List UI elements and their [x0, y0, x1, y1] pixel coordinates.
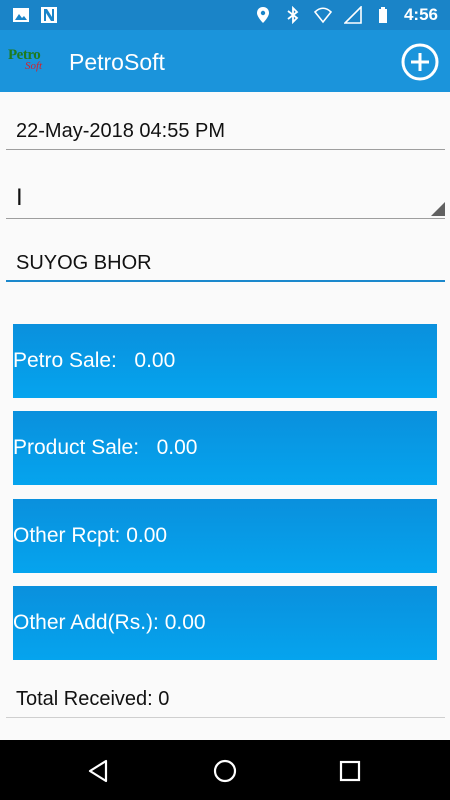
n-icon — [41, 7, 57, 23]
datetime-field[interactable]: 22-May-2018 04:55 PM — [6, 112, 445, 152]
home-icon[interactable] — [212, 758, 238, 784]
petro-sale-text: Petro Sale: 0.00 — [13, 349, 176, 372]
image-icon — [13, 8, 29, 22]
petro-sale-tile[interactable]: Petro Sale: 0.00 — [13, 324, 437, 398]
other-add-tile[interactable]: Other Add(Rs.): 0.00 — [13, 586, 437, 660]
signal-icon — [343, 6, 362, 24]
location-icon — [256, 7, 269, 23]
add-circle-icon[interactable] — [401, 43, 439, 81]
status-bar: 4:56 — [0, 0, 450, 30]
status-left-icons — [12, 6, 58, 24]
name-value: SUYOG BHOR — [16, 252, 152, 274]
other-receipt-text: Other Rcpt: 0.00 — [13, 524, 168, 547]
bluetooth-icon — [287, 6, 299, 24]
recents-icon[interactable] — [337, 758, 363, 784]
wifi-icon — [313, 7, 332, 24]
status-right-icons: 4:56 — [254, 4, 438, 26]
name-input[interactable]: SUYOG BHOR — [6, 244, 445, 284]
datetime-underline — [6, 149, 445, 150]
datetime-value: 22-May-2018 04:55 PM — [16, 120, 226, 142]
spinner-underline — [6, 218, 445, 219]
spinner-value: I — [16, 184, 23, 211]
other-receipt-tile[interactable]: Other Rcpt: 0.00 — [13, 499, 437, 573]
total-underline — [6, 717, 445, 718]
app-bar: Petro Soft PetroSoft — [0, 30, 450, 92]
total-received-field: Total Received: 0 — [6, 682, 445, 718]
selector-spinner[interactable]: I — [6, 174, 445, 220]
status-time: 4:56 — [403, 5, 438, 24]
logo-text-soft: Soft — [25, 60, 43, 72]
navigation-bar — [0, 740, 450, 800]
dropdown-arrow-icon — [431, 202, 445, 216]
main-content: 22-May-2018 04:55 PM I SUYOG BHOR Petro … — [0, 92, 450, 740]
product-sale-text: Product Sale: 0.00 — [13, 436, 198, 459]
total-received-text: Total Received: 0 — [16, 688, 170, 710]
app-logo: Petro Soft — [8, 47, 56, 75]
app-title: PetroSoft — [69, 49, 165, 75]
product-sale-tile[interactable]: Product Sale: 0.00 — [13, 411, 437, 485]
back-icon[interactable] — [86, 758, 112, 784]
name-underline — [6, 280, 445, 282]
battery-icon — [378, 7, 387, 23]
other-add-text: Other Add(Rs.): 0.00 — [13, 611, 206, 634]
